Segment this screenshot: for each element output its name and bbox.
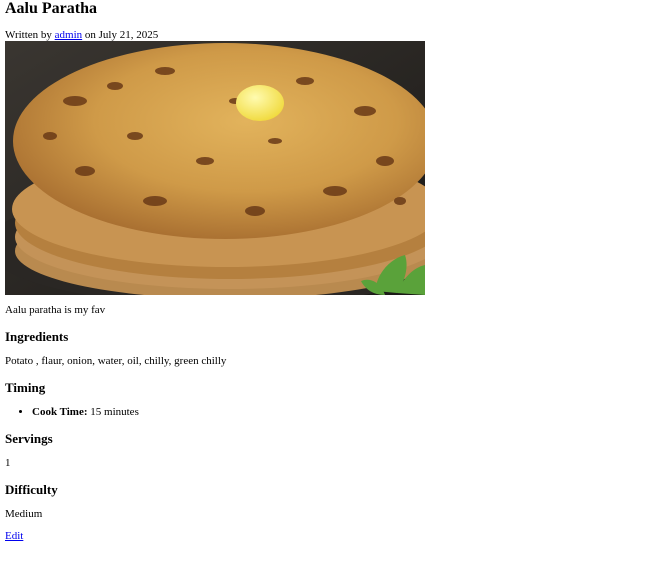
timing-list: Cook Time: 15 minutes [5, 406, 644, 419]
edit-link[interactable]: Edit [5, 530, 644, 543]
timing-heading: Timing [5, 380, 46, 395]
author-link[interactable]: admin [55, 29, 83, 41]
recipe-photo [5, 41, 425, 295]
recipe-page: Aalu Paratha Written by admin on July 21… [0, 0, 649, 543]
servings-heading: Servings [5, 431, 53, 446]
byline-date: on July 21, 2025 [82, 29, 159, 41]
cook-time-value: 15 minutes [87, 406, 139, 418]
difficulty-heading: Difficulty [5, 482, 58, 497]
ingredients-heading: Ingredients [5, 329, 69, 344]
cook-time-label: Cook Time: [32, 406, 88, 418]
cook-time-item: Cook Time: 15 minutes [32, 406, 644, 419]
recipe-description: Aalu paratha is my fav [5, 304, 106, 316]
byline-prefix: Written by [5, 29, 55, 41]
difficulty-value: Medium [5, 508, 43, 520]
recipe-title: Aalu Paratha [5, 0, 97, 17]
servings-value: 1 [5, 457, 11, 469]
ingredients-list: Potato , flaur, onion, water, oil, chill… [5, 355, 227, 367]
